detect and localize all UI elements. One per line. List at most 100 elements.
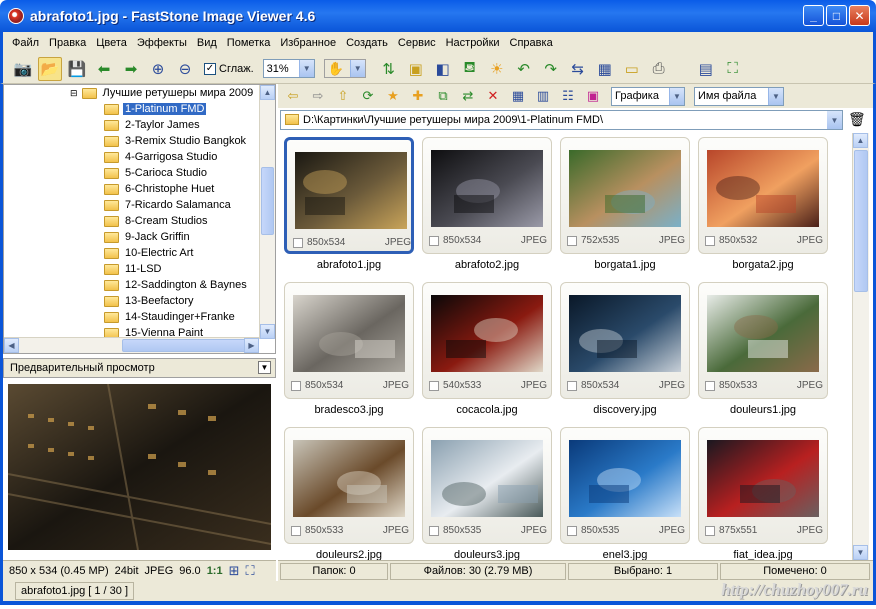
slideshow-button[interactable]: ▭ (620, 57, 644, 81)
thumbnail-checkbox[interactable] (291, 380, 301, 391)
rotate-left-button[interactable]: ↶ (512, 57, 536, 81)
thumbnail-card[interactable]: 850x535 JPEG (422, 427, 552, 544)
scroll-right-button[interactable]: ▶ (244, 338, 259, 353)
tree-item[interactable]: 14-Staudinger+Franke (104, 309, 237, 325)
scroll-down-button[interactable]: ▼ (260, 324, 275, 339)
thumbnail-card[interactable]: 850x534 JPEG (284, 137, 414, 254)
copy-button[interactable]: ⧉ (432, 86, 454, 106)
app-icon[interactable] (8, 8, 24, 24)
view-details-button[interactable]: ▥ (532, 86, 554, 106)
thumbnail-card[interactable]: 850x532 JPEG (698, 137, 828, 254)
folder-tree[interactable]: ⊟ Лучшие ретушеры мира 2009 1-Platinum F… (3, 84, 276, 354)
recycle-bin-icon[interactable]: 🗑 (848, 111, 866, 128)
thumbnail-item[interactable]: 752x535 JPEG borgata1.jpg (560, 137, 690, 277)
smooth-checkbox[interactable]: ✓ (204, 62, 216, 75)
menu-favorites[interactable]: Избранное (275, 37, 341, 49)
fit-icon[interactable]: ⊞ (229, 563, 240, 579)
minimize-button[interactable]: _ (803, 5, 824, 26)
thumbnail-item[interactable]: 850x535 JPEG douleurs3.jpg (422, 427, 552, 560)
tree-horizontal-scrollbar[interactable]: ◀ ▶ (4, 337, 259, 353)
collapse-preview-button[interactable]: ▼ (258, 361, 271, 374)
thumbnail-item[interactable]: 850x535 JPEG enel3.jpg (560, 427, 690, 560)
actual-size-button[interactable]: 1:1 (207, 565, 223, 577)
thumbnail-card[interactable]: 752x535 JPEG (560, 137, 690, 254)
tag-button[interactable]: ▣ (582, 86, 604, 106)
rotate-right-button[interactable]: ↷ (539, 57, 563, 81)
tree-item[interactable]: 5-Carioca Studio (104, 165, 209, 181)
layout-button[interactable]: ▤ (694, 57, 718, 81)
crop-button[interactable]: ▣ (404, 57, 428, 81)
scroll-up-button[interactable]: ▲ (853, 133, 868, 148)
forward-button[interactable]: ⇨ (307, 86, 329, 106)
tree-item[interactable]: 3-Remix Studio Bangkok (104, 133, 248, 149)
thumbnail-item[interactable]: 850x534 JPEG abrafoto1.jpg (284, 137, 414, 277)
menu-colors[interactable]: Цвета (91, 37, 132, 49)
thumbnail-item[interactable]: 850x532 JPEG borgata2.jpg (698, 137, 828, 277)
next-button[interactable]: ➡ (119, 57, 143, 81)
color-button[interactable]: ◧ (431, 57, 455, 81)
view-thumbnails-button[interactable]: ▦ (507, 86, 529, 106)
menu-file[interactable]: Файл (7, 37, 44, 49)
tree-item[interactable]: 8-Cream Studios (104, 213, 210, 229)
thumbnail-card[interactable]: 540x533 JPEG (422, 282, 552, 399)
thumbnail-item[interactable]: 540x533 JPEG cocacola.jpg (422, 282, 552, 422)
sort-select[interactable]: Имя файла ▼ (694, 86, 784, 106)
filmstrip-button[interactable]: ▦ (593, 57, 617, 81)
title-bar[interactable]: abrafoto1.jpg - FastStone Image Viewer 4… (0, 0, 876, 32)
thumbnail-item[interactable]: 850x534 JPEG bradesco3.jpg (284, 282, 414, 422)
path-input[interactable]: D:\Картинки\Лучшие ретушеры мира 2009\1-… (280, 110, 843, 130)
tree-item[interactable]: 12-Saddington & Baynes (104, 277, 249, 293)
thumbnail-checkbox[interactable] (567, 380, 577, 391)
thumbnail-item[interactable]: 850x533 JPEG douleurs2.jpg (284, 427, 414, 560)
tree-parent-folder[interactable]: ⊟ Лучшие ретушеры мира 2009 (70, 85, 255, 101)
chevron-down-icon[interactable]: ▼ (827, 111, 842, 129)
tree-item[interactable]: 7-Ricardo Salamanca (104, 197, 233, 213)
thumbnail-card[interactable]: 850x534 JPEG (284, 282, 414, 399)
resize-button[interactable]: ⇅ (377, 57, 401, 81)
delete-button[interactable]: ✕ (482, 86, 504, 106)
tree-item[interactable]: 4-Garrigosa Studio (104, 149, 219, 165)
refresh-button[interactable]: ⟳ (357, 86, 379, 106)
menu-view[interactable]: Вид (192, 37, 222, 49)
thumbnail-card[interactable]: 875x551 JPEG (698, 427, 828, 544)
tree-item[interactable]: 9-Jack Griffin (104, 229, 192, 245)
maximize-button[interactable]: □ (826, 5, 847, 26)
thumbnail-card[interactable]: 850x535 JPEG (560, 427, 690, 544)
hscroll-thumb[interactable] (122, 339, 252, 352)
thumbnail-card[interactable]: 850x534 JPEG (422, 137, 552, 254)
favorites-folder-button[interactable]: ★ (382, 86, 404, 106)
menu-create[interactable]: Создать (341, 37, 393, 49)
up-folder-button[interactable]: ⇧ (332, 86, 354, 106)
zoom-in-button[interactable]: ⊕ (146, 57, 170, 81)
thumbnail-item[interactable]: 850x533 JPEG douleurs1.jpg (698, 282, 828, 422)
fullscreen-small-icon[interactable]: ⛶ (246, 563, 255, 579)
file-type-filter[interactable]: Графика ▼ (611, 86, 685, 106)
tree-vertical-scrollbar[interactable]: ▲ ▼ (259, 85, 275, 339)
new-folder-button[interactable]: ✚ (407, 86, 429, 106)
menu-settings[interactable]: Настройки (441, 37, 505, 49)
thumbnail-item[interactable]: 875x551 JPEG fiat_idea.jpg (698, 427, 828, 560)
thumbnail-checkbox[interactable] (567, 235, 577, 246)
save-button[interactable]: 💾 (65, 57, 89, 81)
zoom-out-button[interactable]: ⊖ (173, 57, 197, 81)
grid-scroll-thumb[interactable] (854, 150, 868, 292)
scroll-thumb[interactable] (261, 167, 274, 235)
thumbnail-card[interactable]: 850x534 JPEG (560, 282, 690, 399)
menu-effects[interactable]: Эффекты (132, 37, 192, 49)
thumbnail-item[interactable]: 850x534 JPEG abrafoto2.jpg (422, 137, 552, 277)
thumbnail-checkbox[interactable] (429, 235, 439, 246)
thumbnail-checkbox[interactable] (567, 525, 577, 536)
stamp-button[interactable]: ⛾ (458, 57, 482, 81)
tree-item[interactable]: 11-LSD (104, 261, 163, 277)
grid-vertical-scrollbar[interactable]: ▲ ▼ (852, 133, 869, 560)
view-list-button[interactable]: ☷ (557, 86, 579, 106)
thumbnail-checkbox[interactable] (705, 235, 715, 246)
thumbnail-checkbox[interactable] (429, 380, 439, 391)
thumbnail-checkbox[interactable] (291, 525, 301, 536)
back-button[interactable]: ⇦ (282, 86, 304, 106)
tree-item[interactable]: 6-Christophe Huet (104, 181, 216, 197)
move-button[interactable]: ⇄ (457, 86, 479, 106)
tree-item[interactable]: 2-Taylor James (104, 117, 202, 133)
scroll-down-button[interactable]: ▼ (853, 545, 868, 560)
browser-button[interactable]: 📂 (38, 56, 62, 81)
